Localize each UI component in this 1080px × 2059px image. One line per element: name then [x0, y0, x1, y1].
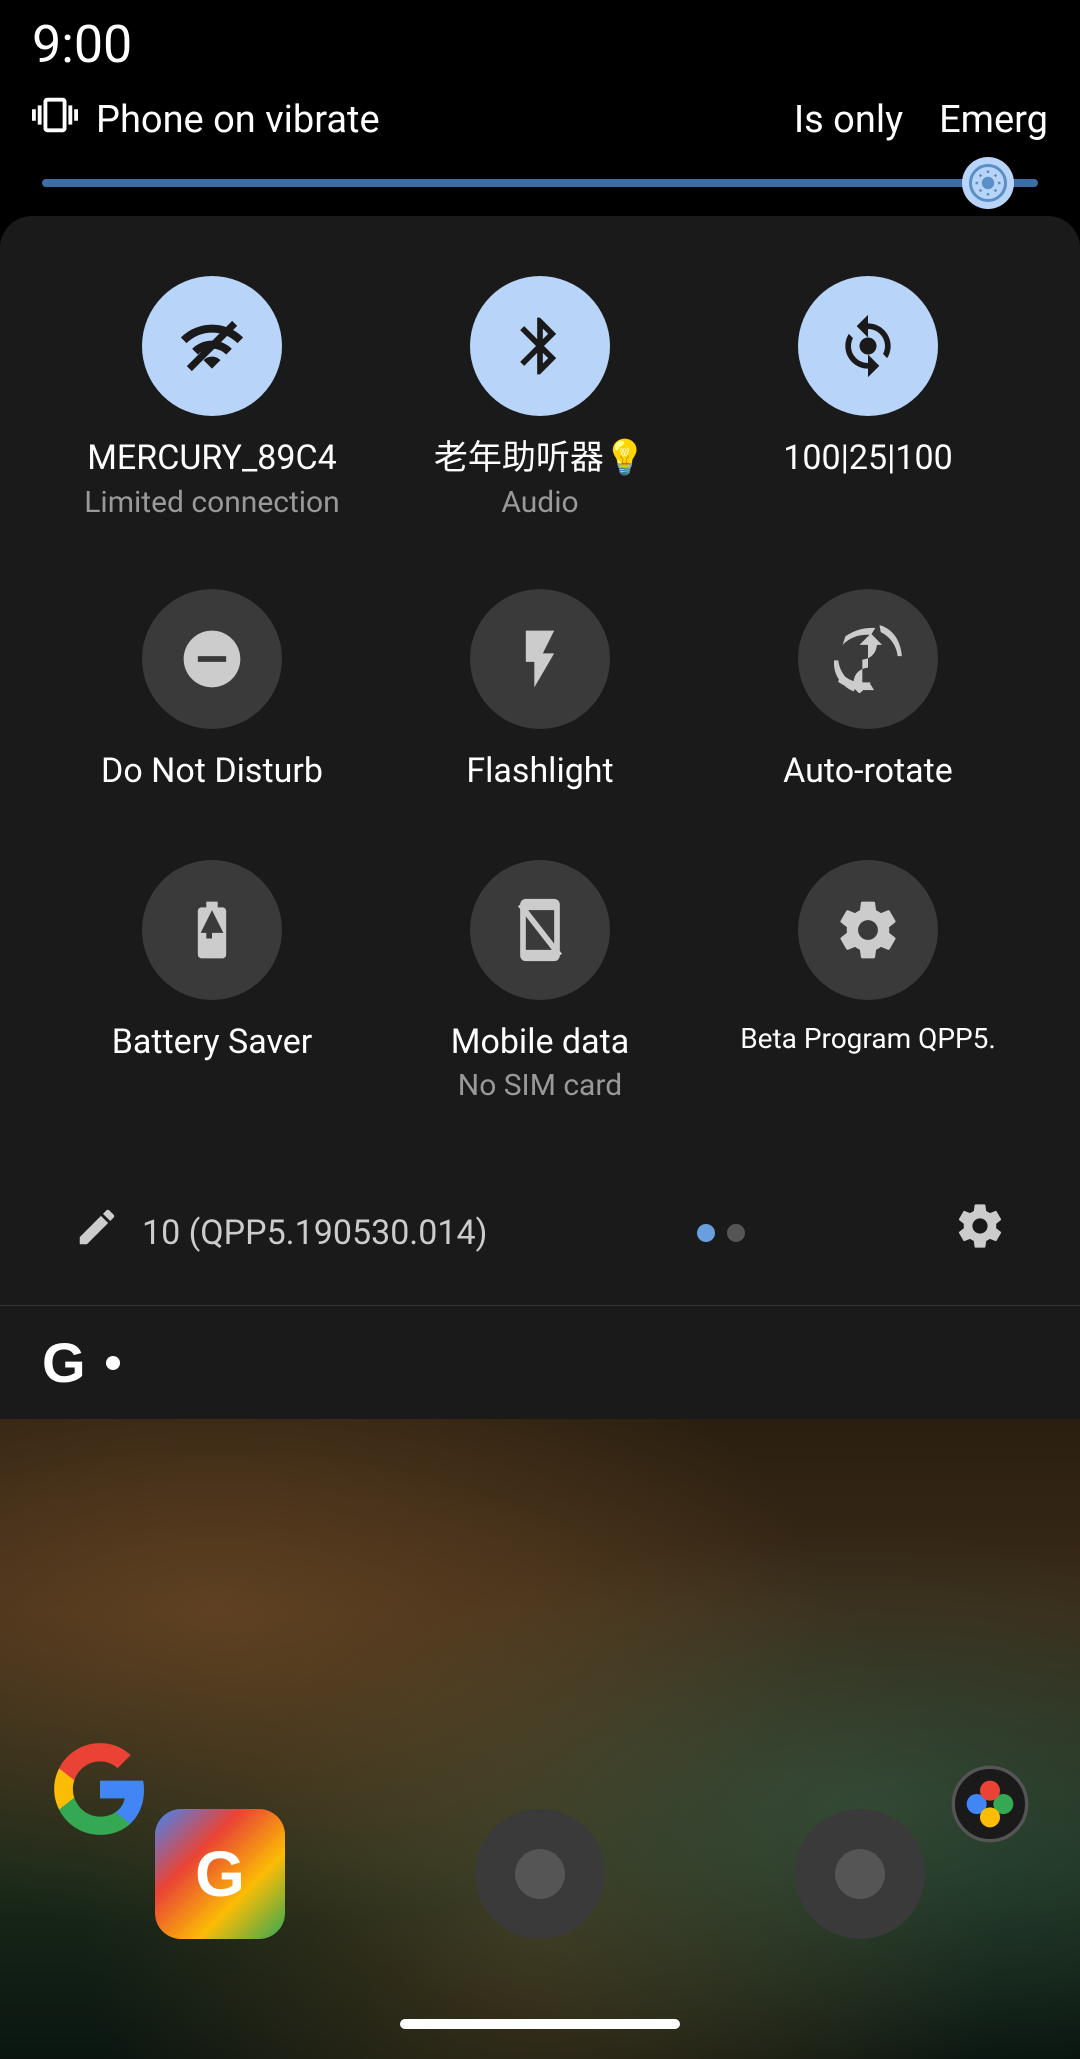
dnd-icon-circle [142, 589, 282, 729]
status-time: 9:00 [32, 14, 132, 75]
google-g-letter: G [42, 1330, 86, 1395]
qs-footer: 10 (QPP5.190530.014) [32, 1168, 1048, 1305]
tile-mobiledata[interactable]: Mobile data No SIM card [376, 832, 704, 1145]
tile-beta[interactable]: Beta Program QPP5. [704, 832, 1032, 1145]
wifi-sublabel: Limited connection [84, 485, 339, 521]
sync-label: 100|25|100 [783, 438, 952, 479]
vibrate-icon [32, 92, 78, 149]
tile-bluetooth[interactable]: 老年助听器💡 Audio [376, 248, 704, 561]
flashlight-label: Flashlight [466, 751, 613, 792]
notif-right: Is only Emerg [794, 98, 1048, 142]
autorotate-label: Auto-rotate [783, 751, 953, 792]
home-google-logo[interactable] [50, 1739, 150, 1839]
brightness-track [42, 179, 1038, 187]
footer-dots [697, 1224, 745, 1242]
wifi-icon-circle [142, 276, 282, 416]
bluetooth-sublabel: Audio [501, 485, 578, 521]
qs-panel: MERCURY_89C4 Limited connection 老年助听器💡 A… [0, 216, 1080, 1305]
google-notification-dot [106, 1356, 120, 1370]
home-indicator [400, 2019, 680, 2029]
footer-left: 10 (QPP5.190530.014) [74, 1204, 487, 1262]
notif-bar: Phone on vibrate Is only Emerg [0, 80, 1080, 160]
dot-1 [697, 1224, 715, 1242]
dnd-label: Do Not Disturb [101, 751, 323, 792]
dot-2 [727, 1224, 745, 1242]
battery-icon-circle [142, 860, 282, 1000]
tile-wifi[interactable]: MERCURY_89C4 Limited connection [48, 248, 376, 561]
google-bar[interactable]: G [0, 1305, 1080, 1419]
flashlight-icon-circle [470, 589, 610, 729]
tiles-grid: MERCURY_89C4 Limited connection 老年助听器💡 A… [32, 216, 1048, 1144]
home-assistant-icon[interactable] [950, 1764, 1030, 1844]
sync-icon-circle [798, 276, 938, 416]
status-bar: 9:00 [0, 0, 1080, 80]
mobiledata-icon-circle [470, 860, 610, 1000]
mobiledata-label: Mobile data [451, 1022, 629, 1063]
mobiledata-sublabel: No SIM card [458, 1068, 622, 1104]
phone-vibrate-label: Phone on vibrate [96, 98, 380, 142]
tile-autorotate[interactable]: Auto-rotate [704, 561, 1032, 832]
bluetooth-label: 老年助听器💡 [434, 438, 646, 479]
brightness-thumb-inner [969, 164, 1007, 202]
home-background [0, 1419, 1080, 2059]
autorotate-icon-circle [798, 589, 938, 729]
brightness-row[interactable] [0, 160, 1080, 216]
home-screen: G [0, 1419, 1080, 2059]
wifi-label: MERCURY_89C4 [87, 438, 337, 479]
tile-flashlight[interactable]: Flashlight [376, 561, 704, 832]
emerg-label[interactable]: Emerg [939, 98, 1048, 142]
brightness-slider[interactable] [42, 178, 1038, 188]
tile-sync[interactable]: 100|25|100 [704, 248, 1032, 561]
settings-icon[interactable] [954, 1200, 1006, 1265]
is-only-label[interactable]: Is only [794, 98, 903, 142]
brightness-thumb[interactable] [962, 157, 1014, 209]
build-label: 10 (QPP5.190530.014) [142, 1213, 487, 1253]
beta-icon-circle [798, 860, 938, 1000]
bluetooth-icon-circle [470, 276, 610, 416]
battery-label: Battery Saver [112, 1022, 313, 1063]
tile-dnd[interactable]: Do Not Disturb [48, 561, 376, 832]
edit-icon[interactable] [74, 1204, 120, 1262]
beta-label: Beta Program QPP5. [740, 1022, 996, 1056]
tile-battery[interactable]: Battery Saver [48, 832, 376, 1145]
notif-left: Phone on vibrate [32, 92, 380, 149]
